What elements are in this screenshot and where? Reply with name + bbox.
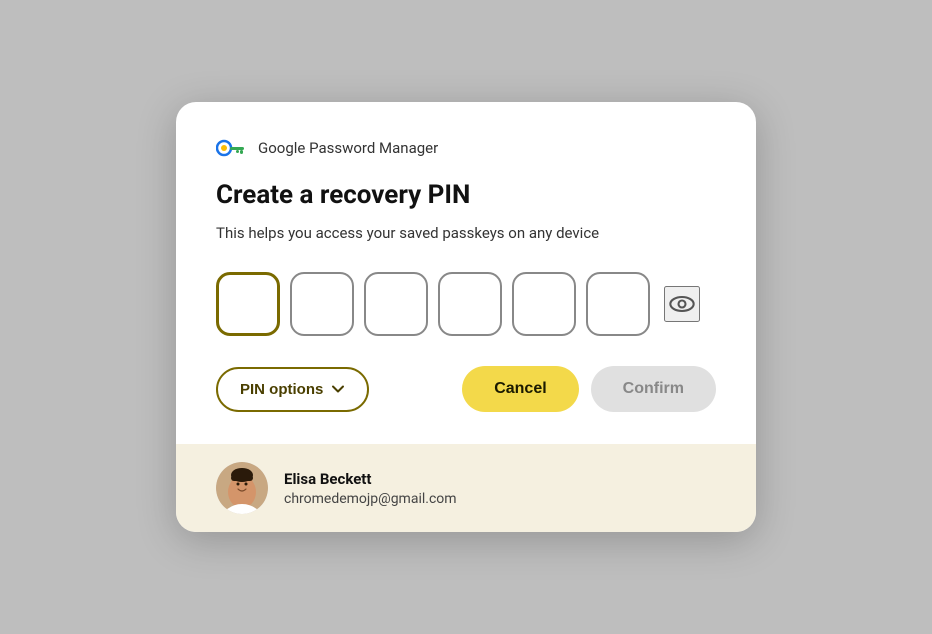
pin-options-label: PIN options (240, 381, 323, 398)
app-name-label: Google Password Manager (258, 139, 438, 157)
dialog-header: Google Password Manager (216, 138, 716, 158)
actions-row: PIN options Cancel Confirm (216, 366, 716, 412)
confirm-button[interactable]: Confirm (591, 366, 716, 412)
pin-field-5[interactable] (512, 272, 576, 336)
pin-field-2[interactable] (290, 272, 354, 336)
chevron-down-icon (331, 382, 345, 396)
pin-field-6[interactable] (586, 272, 650, 336)
pin-options-button[interactable]: PIN options (216, 367, 369, 412)
avatar (216, 462, 268, 514)
cancel-button[interactable]: Cancel (462, 366, 578, 412)
account-info: Elisa Beckett chromedemojp@gmail.com (284, 470, 457, 507)
dialog: Google Password Manager Create a recover… (176, 102, 756, 532)
account-name: Elisa Beckett (284, 470, 457, 488)
dialog-body: Google Password Manager Create a recover… (176, 102, 756, 444)
toggle-pin-visibility-button[interactable] (664, 286, 700, 322)
right-buttons: Cancel Confirm (462, 366, 716, 412)
pin-field-4[interactable] (438, 272, 502, 336)
account-email: chromedemojp@gmail.com (284, 491, 457, 507)
pin-input-row (216, 272, 716, 336)
google-password-manager-icon (216, 138, 248, 158)
pin-field-3[interactable] (364, 272, 428, 336)
dialog-heading: Create a recovery PIN (216, 180, 716, 211)
dialog-subtext: This helps you access your saved passkey… (216, 223, 716, 244)
account-bar: Elisa Beckett chromedemojp@gmail.com (176, 444, 756, 532)
pin-field-1[interactable] (216, 272, 280, 336)
